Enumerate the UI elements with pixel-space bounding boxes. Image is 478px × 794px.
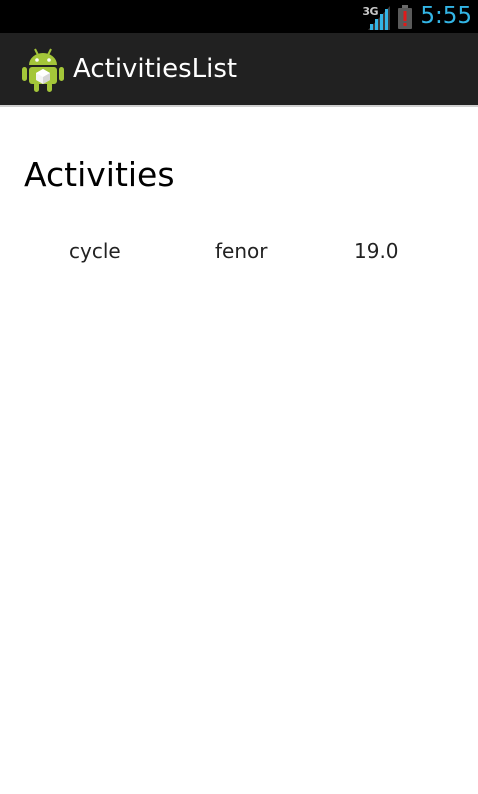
signal-indicator: 3G xyxy=(362,4,392,30)
page-title: Activities xyxy=(24,155,175,194)
action-bar: ActivitiesList xyxy=(0,33,478,105)
activity-user: fenor xyxy=(215,239,268,263)
status-clock: 5:55 xyxy=(420,3,472,29)
status-icons: 3G 5:55 xyxy=(362,0,472,33)
activity-name: cycle xyxy=(69,239,121,263)
status-bar: 3G 5:55 xyxy=(0,0,478,33)
list-item[interactable]: cycle fenor 19.0 xyxy=(0,235,478,271)
android-robot-icon[interactable] xyxy=(22,46,64,92)
activity-value: 19.0 xyxy=(354,239,399,263)
app-title: ActivitiesList xyxy=(73,54,238,84)
action-bar-divider xyxy=(0,105,478,107)
signal-bars-icon xyxy=(368,5,391,30)
battery-alert-icon xyxy=(398,4,413,29)
